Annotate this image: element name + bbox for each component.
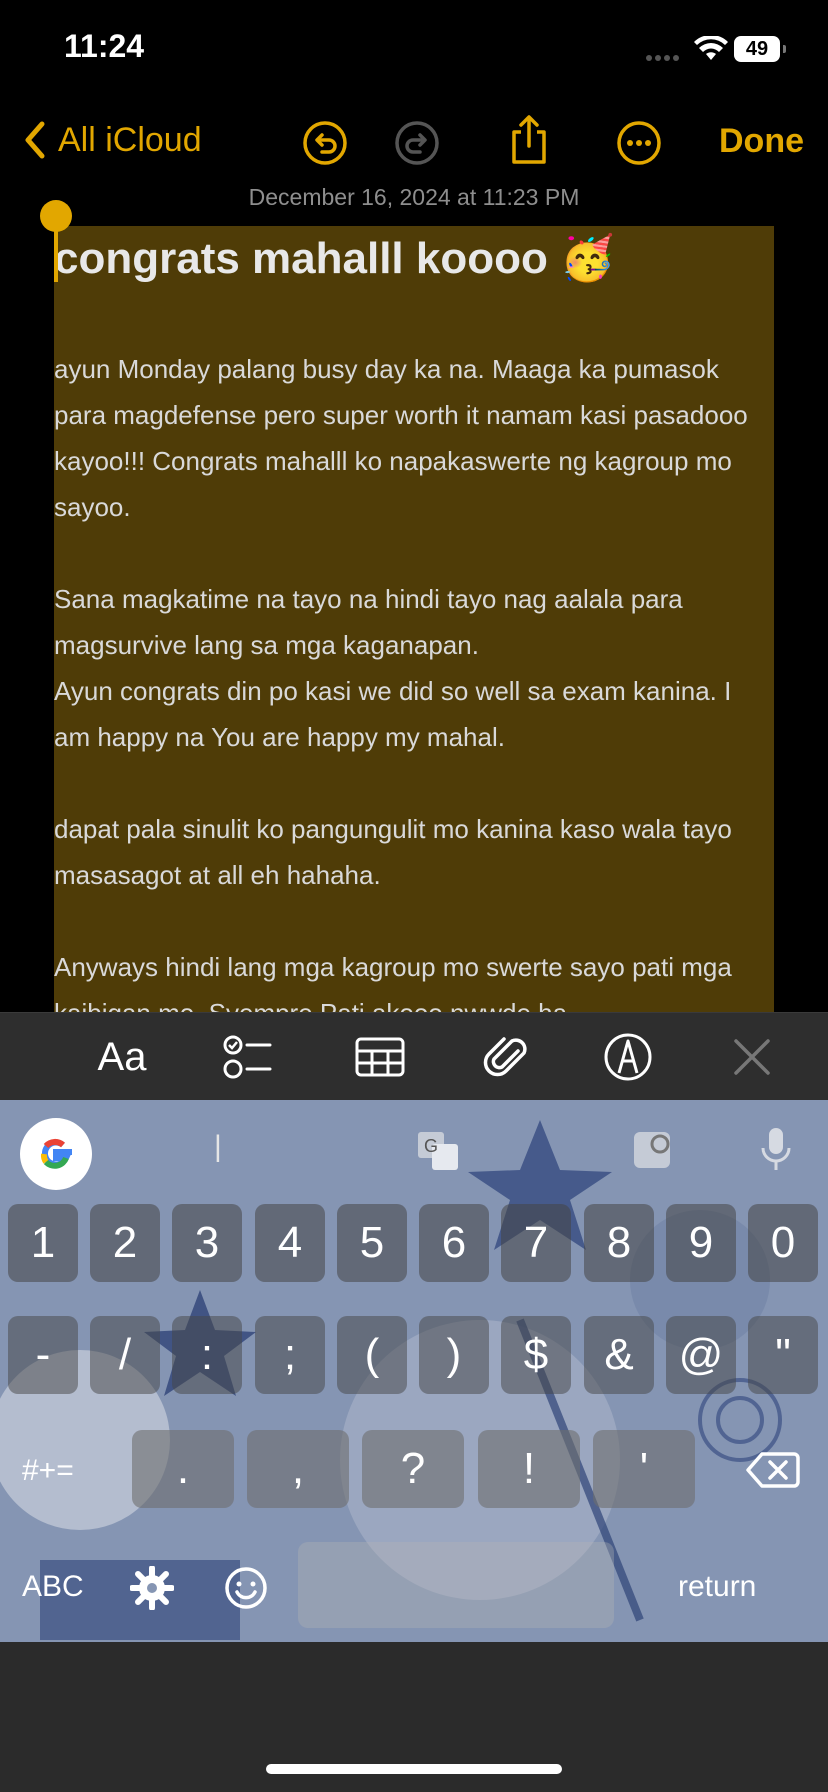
key-3[interactable]: 3 (172, 1204, 242, 1282)
microphone-icon[interactable] (756, 1124, 796, 1176)
key-5[interactable]: 5 (337, 1204, 407, 1282)
key-open-paren[interactable]: ( (337, 1316, 407, 1394)
selection-handle[interactable] (40, 200, 72, 232)
space-bar[interactable] (298, 1542, 614, 1628)
battery-icon: 49 (734, 36, 786, 62)
note-paragraph[interactable]: ayun Monday palang busy day ka na. Maaga… (54, 346, 774, 530)
checklist-icon[interactable] (222, 1031, 274, 1083)
status-time: 11:24 (64, 28, 145, 64)
lens-icon[interactable] (630, 1126, 678, 1174)
paperclip-icon[interactable] (480, 1031, 532, 1083)
table-icon[interactable] (354, 1031, 406, 1083)
note-body[interactable]: congrats mahalll koooo 🥳 ayun Monday pal… (54, 226, 774, 1012)
keyboard: | G 1 2 3 4 5 6 7 8 9 0 - / : ; ( ) $ & … (0, 1100, 828, 1642)
nav-bar: All iCloud Done (0, 100, 828, 180)
key-dollar[interactable]: $ (501, 1316, 571, 1394)
key-7[interactable]: 7 (501, 1204, 571, 1282)
backspace-icon[interactable] (746, 1450, 800, 1490)
key-at[interactable]: @ (666, 1316, 736, 1394)
key-semicolon[interactable]: ; (255, 1316, 325, 1394)
share-icon[interactable] (506, 114, 552, 166)
key-hyphen[interactable]: - (8, 1316, 78, 1394)
key-4[interactable]: 4 (255, 1204, 325, 1282)
redo-icon[interactable] (394, 120, 440, 166)
undo-icon[interactable] (302, 120, 348, 166)
note-paragraph[interactable]: dapat pala sinulit ko pangungulit mo kan… (54, 806, 774, 898)
return-key[interactable]: return (678, 1570, 756, 1604)
key-quote[interactable]: " (748, 1316, 818, 1394)
home-indicator[interactable] (266, 1764, 562, 1774)
key-0[interactable]: 0 (748, 1204, 818, 1282)
suggestion-cursor: | (214, 1130, 222, 1163)
more-options-icon[interactable] (616, 120, 662, 166)
cellular-signal-icon (646, 48, 688, 61)
key-1[interactable]: 1 (8, 1204, 78, 1282)
key-exclamation[interactable]: ! (478, 1430, 580, 1508)
wifi-icon (694, 36, 728, 60)
abc-key[interactable]: ABC (22, 1570, 84, 1604)
key-question[interactable]: ? (362, 1430, 464, 1508)
note-date: December 16, 2024 at 11:23 PM (248, 184, 580, 210)
google-logo[interactable] (20, 1118, 92, 1190)
key-6[interactable]: 6 (419, 1204, 489, 1282)
text-format-button[interactable]: Aa (92, 1031, 152, 1083)
svg-text:G: G (424, 1136, 438, 1156)
translate-icon[interactable]: G (414, 1126, 462, 1174)
close-icon[interactable] (730, 1031, 774, 1083)
formatting-toolbar: Aa (0, 1012, 828, 1101)
done-button[interactable]: Done (719, 122, 804, 161)
symbols-toggle-key[interactable]: #+= (22, 1454, 74, 1488)
key-colon[interactable]: : (172, 1316, 242, 1394)
note-title[interactable]: congrats mahalll koooo 🥳 (54, 232, 615, 284)
status-bar: 11:24 49 (0, 0, 828, 100)
key-ampersand[interactable]: & (584, 1316, 654, 1394)
key-period[interactable]: . (132, 1430, 234, 1508)
note-paragraph[interactable]: Sana magkatime na tayo na hindi tayo nag… (54, 576, 774, 760)
google-g-icon (40, 1138, 72, 1169)
emoji-icon[interactable] (224, 1566, 268, 1610)
key-slash[interactable]: / (90, 1316, 160, 1394)
key-close-paren[interactable]: ) (419, 1316, 489, 1394)
note-paragraph[interactable]: Anyways hindi lang mga kagroup mo swerte… (54, 944, 774, 1012)
key-8[interactable]: 8 (584, 1204, 654, 1282)
settings-gear-icon[interactable] (130, 1566, 174, 1610)
key-2[interactable]: 2 (90, 1204, 160, 1282)
back-button[interactable]: All iCloud (22, 120, 202, 160)
markup-pen-icon[interactable] (602, 1031, 654, 1083)
chevron-left-icon (25, 121, 45, 159)
key-9[interactable]: 9 (666, 1204, 736, 1282)
key-apostrophe[interactable]: ' (593, 1430, 695, 1508)
key-comma[interactable]: , (247, 1430, 349, 1508)
back-label: All iCloud (58, 120, 202, 159)
